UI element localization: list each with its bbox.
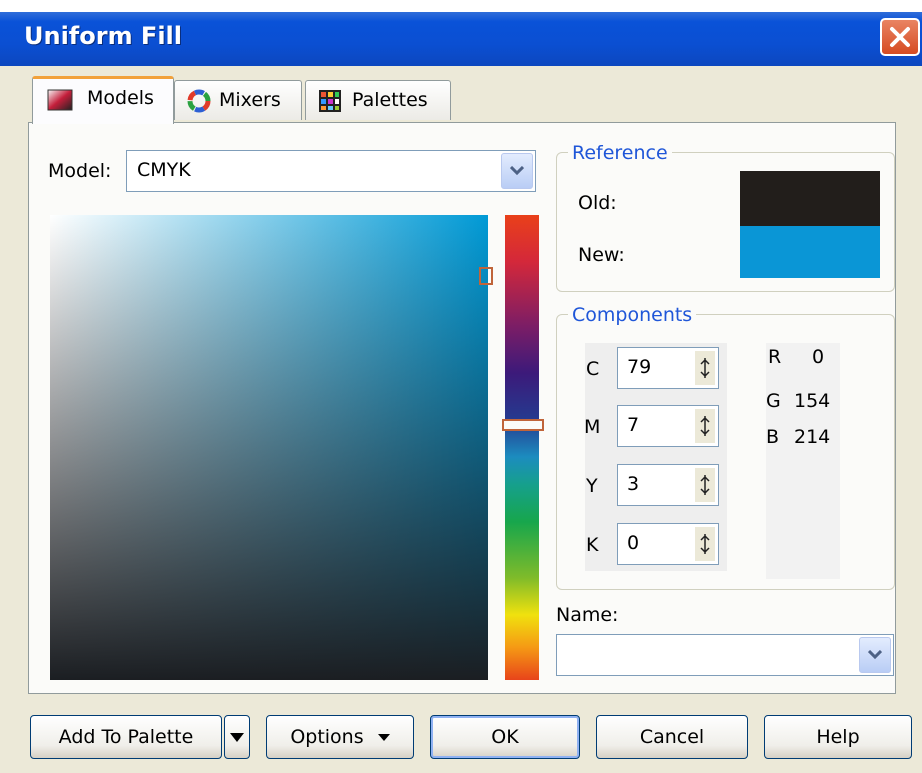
close-icon: [890, 27, 910, 47]
yellow-field[interactable]: 3: [617, 464, 719, 506]
old-label: Old:: [578, 192, 617, 214]
red-value: 0: [812, 346, 825, 368]
add-to-palette-label: Add To Palette: [58, 726, 194, 748]
yellow-label: Y: [586, 475, 598, 497]
model-label: Model:: [48, 160, 112, 182]
black-field[interactable]: 0: [617, 523, 719, 565]
rgb-panel: [766, 343, 840, 579]
options-button[interactable]: Options: [266, 715, 414, 759]
tab-models[interactable]: Models: [32, 76, 174, 124]
red-label: R: [768, 346, 782, 368]
blue-label: B: [766, 426, 780, 448]
blue-value: 214: [794, 426, 831, 448]
chevron-down-icon: [510, 166, 524, 176]
old-color-swatch: [740, 171, 880, 226]
yellow-spinner[interactable]: [695, 468, 715, 502]
yellow-value: 3: [627, 473, 640, 495]
ok-label: OK: [491, 726, 519, 748]
cancel-label: Cancel: [639, 726, 705, 748]
triangle-down-icon: [230, 733, 244, 742]
close-button[interactable]: [880, 18, 920, 56]
black-value: 0: [627, 532, 640, 554]
palettes-icon: [319, 90, 341, 112]
name-dropdown-button[interactable]: [859, 637, 891, 673]
mixers-icon: [187, 89, 211, 113]
tab-palettes-label: Palettes: [352, 89, 428, 111]
spin-arrows-icon: [700, 534, 710, 554]
model-dropdown-button[interactable]: [501, 153, 533, 189]
triangle-down-icon: [377, 733, 390, 741]
add-to-palette-button[interactable]: Add To Palette: [30, 715, 222, 759]
cancel-button[interactable]: Cancel: [596, 715, 748, 759]
magenta-value: 7: [627, 414, 640, 436]
name-dropdown[interactable]: [556, 634, 894, 676]
cyan-value: 79: [627, 356, 652, 378]
spin-arrows-icon: [700, 358, 710, 378]
green-label: G: [766, 390, 781, 412]
tab-mixers-label: Mixers: [219, 89, 281, 111]
models-icon: [47, 89, 73, 111]
help-button[interactable]: Help: [764, 715, 912, 759]
black-spinner[interactable]: [695, 527, 715, 561]
magenta-field[interactable]: 7: [617, 405, 719, 447]
name-label: Name:: [556, 604, 619, 626]
new-color-swatch: [740, 226, 880, 278]
green-value: 154: [794, 390, 831, 412]
reference-title: Reference: [568, 142, 672, 164]
spin-arrows-icon: [700, 416, 710, 436]
cyan-spinner[interactable]: [695, 351, 715, 385]
model-dropdown[interactable]: CMYK: [126, 150, 536, 192]
magenta-spinner[interactable]: [695, 409, 715, 443]
color-picker-marker[interactable]: [479, 267, 493, 285]
hue-slider-handle[interactable]: [502, 419, 544, 431]
backdrop-top: [0, 0, 922, 12]
chevron-down-icon: [868, 650, 882, 660]
new-label: New:: [578, 244, 625, 266]
model-value: CMYK: [137, 159, 191, 181]
ok-button[interactable]: OK: [430, 715, 580, 759]
tab-mixers[interactable]: Mixers: [174, 80, 302, 120]
hue-slider[interactable]: [505, 215, 539, 680]
magenta-label: M: [584, 416, 601, 438]
components-title: Components: [568, 304, 697, 326]
spin-arrows-icon: [700, 475, 710, 495]
tab-models-label: Models: [87, 87, 154, 109]
black-label: K: [586, 534, 599, 556]
cyan-field[interactable]: 79: [617, 347, 719, 389]
color-saturation-area[interactable]: [50, 215, 488, 680]
window-title: Uniform Fill: [24, 22, 183, 50]
options-label: Options: [290, 726, 364, 748]
tab-palettes[interactable]: Palettes: [305, 80, 451, 120]
help-label: Help: [816, 726, 860, 748]
title-bar: Uniform Fill: [0, 12, 922, 66]
add-to-palette-menu-button[interactable]: [224, 715, 250, 759]
cyan-label: C: [586, 358, 600, 380]
